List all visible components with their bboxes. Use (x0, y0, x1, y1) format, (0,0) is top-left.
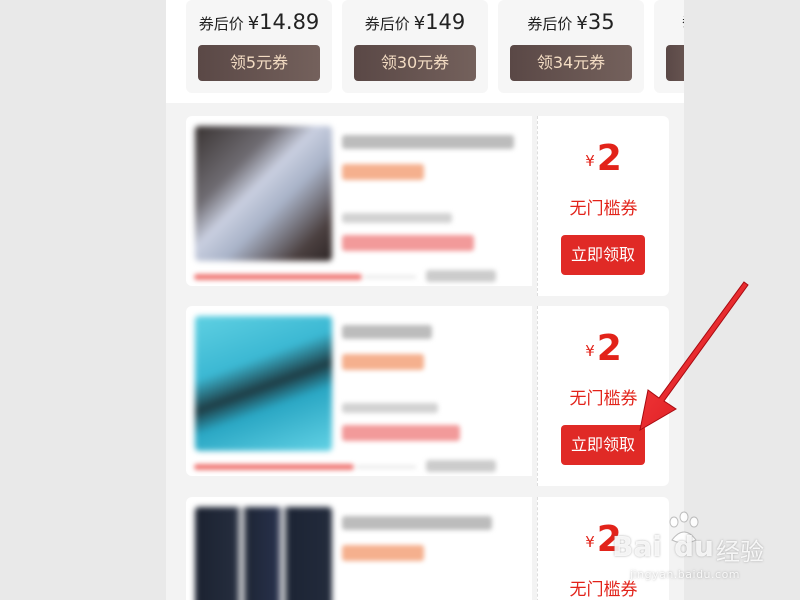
sold-count (426, 270, 496, 282)
watermark-cn: 经验 (716, 538, 764, 566)
original-price (342, 213, 452, 223)
coupon-price (342, 235, 474, 251)
price-prefix: 券后价 (364, 15, 410, 33)
mini-coupon-card[interactable]: 券 (654, 0, 684, 93)
mini-coupon-price: 券 (654, 10, 684, 31)
coupon-type-label: 无门槛券 (569, 199, 638, 219)
coupon-type-label: 无门槛券 (569, 389, 638, 409)
product-title (342, 135, 514, 149)
original-price (342, 403, 438, 413)
mini-coupon-card[interactable]: 券后价 ¥149 领30元券 (342, 0, 488, 93)
product-tag (342, 545, 424, 561)
currency-symbol: ¥ (413, 13, 426, 34)
coupon-amount: ¥2 (538, 138, 669, 179)
product-card[interactable] (186, 497, 532, 600)
baidu-jingyan-watermark: Bai du 经验 jingyan.baidu.com (612, 510, 782, 590)
price-value: 35 (587, 10, 615, 34)
price-value: 14.89 (259, 10, 320, 34)
claim-coupon-button[interactable]: 领34元券 (510, 45, 632, 81)
product-card[interactable] (186, 116, 532, 286)
product-tag (342, 354, 424, 370)
coupon-panel: ¥2 无门槛券 立即领取 (537, 116, 669, 296)
watermark-brand: Bai (612, 530, 662, 563)
price-prefix: 券后价 (527, 15, 573, 33)
claim-coupon-button[interactable]: 领30元券 (354, 45, 476, 81)
product-tag (342, 164, 424, 180)
mini-coupon-price: 券后价 ¥35 (498, 10, 644, 34)
watermark-brand-suffix: du (674, 530, 714, 563)
progress-track (364, 276, 416, 278)
mini-coupon-price: 券后价 ¥14.89 (186, 10, 332, 34)
mini-coupon-card[interactable]: 券后价 ¥35 领34元券 (498, 0, 644, 93)
mini-coupon-price: 券后价 ¥149 (342, 10, 488, 34)
currency-symbol: ¥ (576, 13, 588, 34)
product-title (342, 516, 492, 530)
product-image[interactable] (195, 126, 332, 261)
progress-bar (194, 464, 354, 470)
currency-symbol: ¥ (585, 342, 595, 360)
product-card[interactable] (186, 306, 532, 476)
amount-value: 2 (596, 138, 622, 179)
watermark-url: jingyan.baidu.com (630, 568, 741, 581)
claim-now-button[interactable]: 立即领取 (561, 425, 645, 465)
coupon-amount: ¥2 (538, 328, 669, 369)
sold-count (426, 460, 496, 472)
currency-symbol: ¥ (585, 152, 595, 170)
coupon-panel: ¥2 无门槛券 立即领取 (537, 306, 669, 486)
claim-coupon-button[interactable]: 领5元券 (198, 45, 320, 81)
phone-screen: 券后价 ¥14.89 领5元券 券后价 ¥149 领30元券 券后价 ¥35 领34元… (166, 0, 684, 600)
progress-track (356, 466, 416, 468)
price-value: 149 (425, 10, 466, 34)
amount-value: 2 (596, 328, 622, 369)
coupon-strip: 券后价 ¥14.89 领5元券 券后价 ¥149 领30元券 券后价 ¥35 领34元… (166, 0, 684, 103)
coupon-price (342, 425, 460, 441)
price-prefix: 券后价 (198, 15, 244, 33)
mini-coupon-card[interactable]: 券后价 ¥14.89 领5元券 (186, 0, 332, 93)
claim-coupon-button[interactable] (666, 45, 684, 81)
product-image[interactable] (195, 507, 332, 600)
claim-now-button[interactable]: 立即领取 (561, 235, 645, 275)
progress-bar (194, 274, 362, 280)
product-image[interactable] (195, 316, 332, 451)
currency-symbol: ¥ (585, 533, 595, 551)
product-title (342, 325, 432, 339)
currency-symbol: ¥ (247, 13, 260, 34)
price-prefix: 券 (682, 12, 684, 30)
